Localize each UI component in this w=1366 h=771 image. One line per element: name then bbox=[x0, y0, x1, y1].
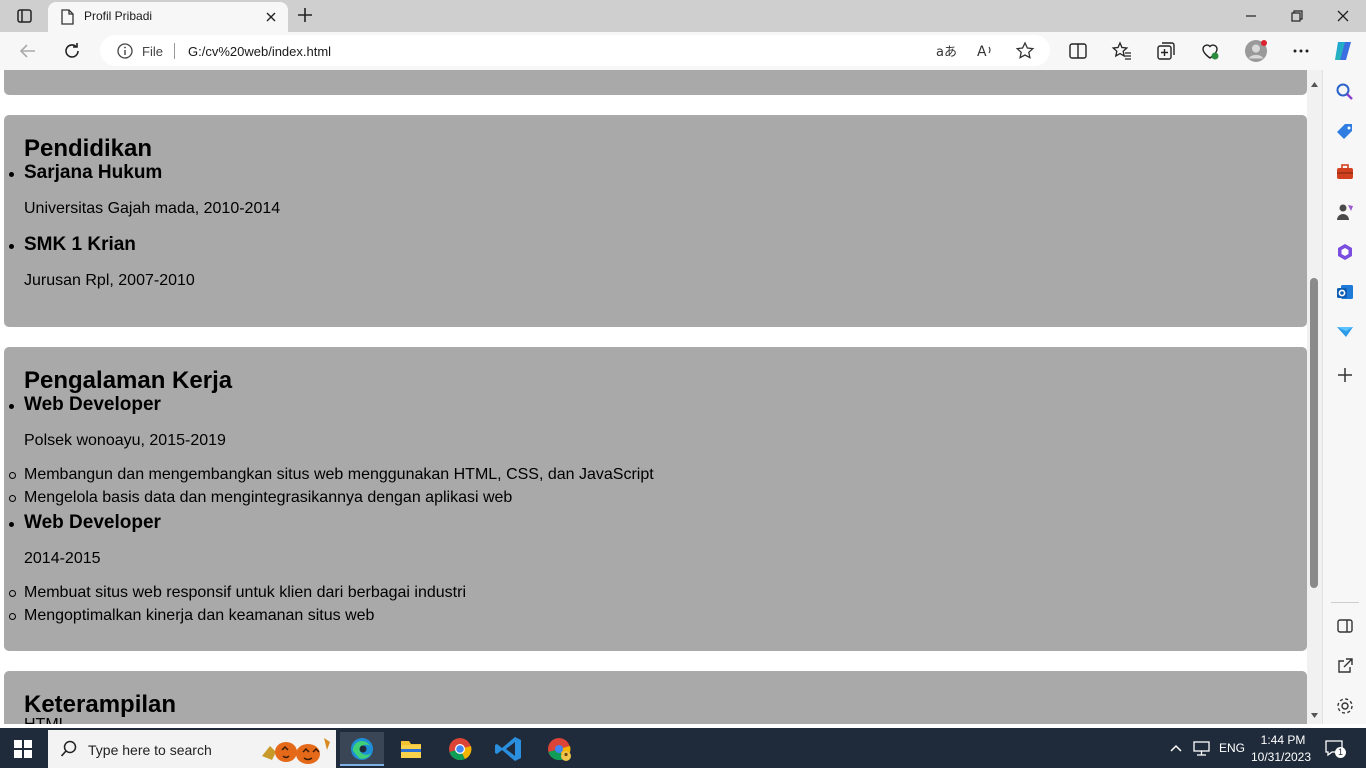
translate-icon[interactable]: aあ bbox=[934, 40, 957, 62]
job-task: Membuat situs web responsif untuk klien … bbox=[8, 584, 467, 601]
address-bar[interactable]: File G:/cv%20web/index.html aあ A bbox=[100, 35, 1050, 66]
profile-section bbox=[4, 70, 1307, 95]
windows-start-icon[interactable] bbox=[14, 740, 32, 758]
hide-sidebar-icon[interactable] bbox=[1335, 616, 1355, 636]
browser-toolbar: File G:/cv%20web/index.html aあ A bbox=[0, 32, 1366, 70]
experience-section: Pengalaman Kerja Web Developer Polsek wo… bbox=[4, 347, 1307, 651]
taskbar-search-box[interactable]: Type here to search bbox=[48, 730, 336, 768]
browser-titlebar: Profil Pribadi bbox=[0, 0, 1366, 32]
taskbar-chrome-profile-icon[interactable] bbox=[537, 732, 581, 766]
minimize-button[interactable] bbox=[1239, 4, 1263, 28]
shopping-tag-icon[interactable] bbox=[1335, 122, 1355, 142]
job-title: Web Developer bbox=[9, 394, 161, 415]
taskbar-edge-icon[interactable] bbox=[340, 732, 384, 766]
network-icon[interactable] bbox=[1192, 739, 1212, 762]
clock-date[interactable]: 10/31/2023 bbox=[1248, 750, 1314, 764]
split-screen-icon[interactable] bbox=[1066, 39, 1090, 63]
external-link-icon[interactable] bbox=[1335, 656, 1355, 676]
refresh-button[interactable] bbox=[60, 39, 84, 63]
read-aloud-icon[interactable]: A bbox=[974, 40, 996, 62]
favorite-star-icon[interactable] bbox=[1014, 40, 1036, 62]
education-item-title: Sarjana Hukum bbox=[8, 162, 163, 183]
skills-item: HTML bbox=[24, 716, 68, 724]
svg-text:A: A bbox=[977, 44, 987, 60]
notification-count-badge: 1 bbox=[1335, 747, 1346, 758]
skills-section: Keterampilan HTML bbox=[4, 671, 1307, 724]
experience-heading: Pengalaman Kerja bbox=[24, 367, 233, 394]
svg-text:aあ: aあ bbox=[936, 45, 956, 60]
search-icon bbox=[60, 740, 78, 763]
tab-actions-icon[interactable] bbox=[10, 6, 38, 28]
taskbar-chrome-icon[interactable] bbox=[438, 732, 482, 766]
page-icon bbox=[60, 9, 74, 30]
microsoft-365-icon[interactable] bbox=[1335, 242, 1355, 262]
back-button[interactable] bbox=[16, 39, 40, 63]
close-tab-icon[interactable] bbox=[262, 8, 280, 26]
education-item-detail: Universitas Gajah mada, 2010-2014 bbox=[24, 200, 281, 217]
edge-sidebar bbox=[1322, 70, 1366, 724]
outlook-icon[interactable] bbox=[1335, 282, 1355, 302]
restore-button[interactable] bbox=[1285, 4, 1309, 28]
address-separator bbox=[174, 43, 175, 59]
browser-essentials-icon[interactable] bbox=[1198, 39, 1222, 63]
profile-avatar[interactable] bbox=[1244, 39, 1268, 63]
page-viewport: Pendidikan Sarjana Hukum Universitas Gaj… bbox=[0, 70, 1322, 724]
language-indicator[interactable]: ENG bbox=[1219, 741, 1245, 755]
info-icon[interactable] bbox=[116, 42, 134, 65]
show-hidden-icons-chevron-icon[interactable] bbox=[1168, 740, 1184, 761]
address-url[interactable]: G:/cv%20web/index.html bbox=[188, 44, 331, 59]
notification-center-icon[interactable]: 1 bbox=[1324, 738, 1346, 758]
browser-tab[interactable]: Profil Pribadi bbox=[48, 2, 288, 32]
drop-send-icon[interactable] bbox=[1335, 322, 1355, 342]
close-window-button[interactable] bbox=[1331, 4, 1355, 28]
tools-icon[interactable] bbox=[1335, 162, 1355, 182]
sidebar-divider bbox=[1331, 602, 1359, 603]
scroll-down-icon[interactable] bbox=[1310, 707, 1319, 718]
skills-heading: Keterampilan bbox=[24, 691, 177, 718]
job-task: Mengoptimalkan kinerja dan keamanan situ… bbox=[8, 607, 375, 624]
halloween-pumpkins-icon bbox=[258, 732, 334, 771]
tab-title: Profil Pribadi bbox=[84, 9, 153, 23]
add-icon[interactable] bbox=[1335, 365, 1355, 385]
job-task: Membangun dan mengembangkan situs web me… bbox=[9, 466, 654, 483]
job-detail: 2014-2015 bbox=[24, 550, 101, 567]
taskbar-file-explorer-icon[interactable] bbox=[389, 732, 433, 766]
education-section: Pendidikan Sarjana Hukum Universitas Gaj… bbox=[4, 115, 1307, 327]
scroll-thumb[interactable] bbox=[1310, 278, 1318, 588]
new-tab-button[interactable] bbox=[294, 4, 316, 26]
education-heading: Pendidikan bbox=[24, 135, 153, 162]
gear-icon[interactable] bbox=[1335, 696, 1355, 716]
games-icon[interactable] bbox=[1335, 202, 1355, 222]
favorites-icon[interactable] bbox=[1110, 39, 1134, 63]
education-item-title: SMK 1 Krian bbox=[9, 234, 136, 255]
education-item-detail: Jurusan Rpl, 2007-2010 bbox=[24, 272, 195, 289]
taskbar-vscode-icon[interactable] bbox=[487, 732, 531, 766]
windows-taskbar: Type here to search ENG 1:44 PM 10/31/20… bbox=[0, 728, 1366, 768]
copilot-icon[interactable] bbox=[1331, 39, 1355, 63]
job-title: Web Developer bbox=[9, 512, 161, 533]
job-detail: Polsek wonoayu, 2015-2019 bbox=[24, 432, 226, 449]
scroll-up-icon[interactable] bbox=[1310, 76, 1319, 87]
settings-more-icon[interactable] bbox=[1289, 39, 1313, 63]
search-icon[interactable] bbox=[1335, 82, 1355, 102]
collections-icon[interactable] bbox=[1154, 39, 1178, 63]
address-scheme: File bbox=[142, 44, 163, 59]
page-scrollbar[interactable] bbox=[1307, 70, 1322, 724]
search-placeholder: Type here to search bbox=[88, 742, 212, 758]
clock-time[interactable]: 1:44 PM bbox=[1252, 733, 1314, 747]
job-task: Mengelola basis data dan mengintegrasika… bbox=[8, 489, 513, 506]
